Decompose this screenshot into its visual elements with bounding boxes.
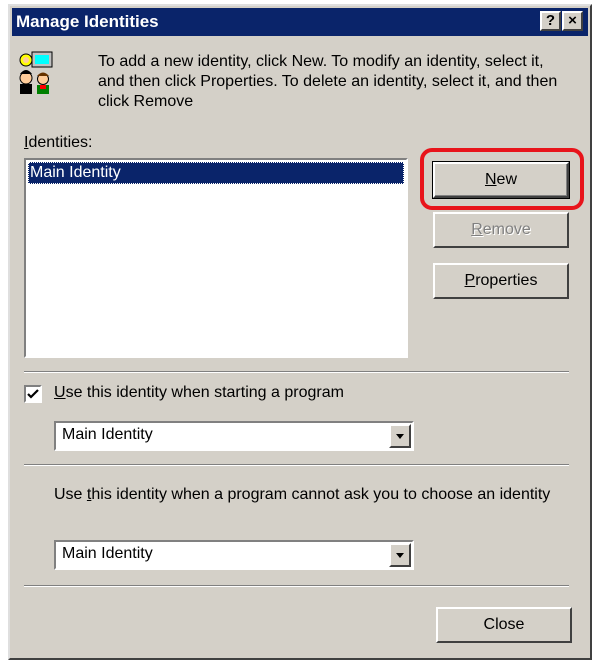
- startup-identity-label[interactable]: Use this identity when starting a progra…: [54, 384, 344, 402]
- startup-identity-checkbox[interactable]: [24, 385, 42, 403]
- chevron-down-icon: [396, 434, 404, 439]
- separator: [24, 371, 569, 373]
- chevron-down-icon: [396, 553, 404, 558]
- title-bar: Manage Identities ? ×: [12, 8, 588, 36]
- title-close-button[interactable]: ×: [562, 11, 583, 31]
- separator: [24, 464, 569, 466]
- help-button[interactable]: ?: [540, 11, 561, 31]
- identities-icon: [19, 51, 53, 94]
- instructions-text: To add a new identity, click New. To mod…: [98, 53, 558, 110]
- dropdown-arrow-button[interactable]: [389, 424, 411, 448]
- dropdown-arrow-button[interactable]: [389, 543, 411, 567]
- list-item[interactable]: Main Identity: [28, 162, 404, 184]
- fallback-identity-label: Use this identity when a program cannot …: [54, 486, 551, 503]
- dialog-title: Manage Identities: [16, 12, 159, 31]
- new-button[interactable]: New: [433, 162, 569, 198]
- remove-button[interactable]: Remove: [433, 212, 569, 248]
- separator: [24, 585, 569, 587]
- checkmark-icon: [27, 389, 39, 399]
- fallback-identity-value: Main Identity: [62, 545, 153, 562]
- fallback-identity-dropdown[interactable]: Main Identity: [54, 540, 414, 570]
- startup-identity-value: Main Identity: [62, 426, 153, 443]
- close-button[interactable]: Close: [436, 607, 572, 643]
- identities-listbox[interactable]: Main Identity: [24, 158, 408, 358]
- startup-identity-dropdown[interactable]: Main Identity: [54, 421, 414, 451]
- properties-button[interactable]: Properties: [433, 263, 569, 299]
- identities-label: Identities:: [24, 134, 93, 151]
